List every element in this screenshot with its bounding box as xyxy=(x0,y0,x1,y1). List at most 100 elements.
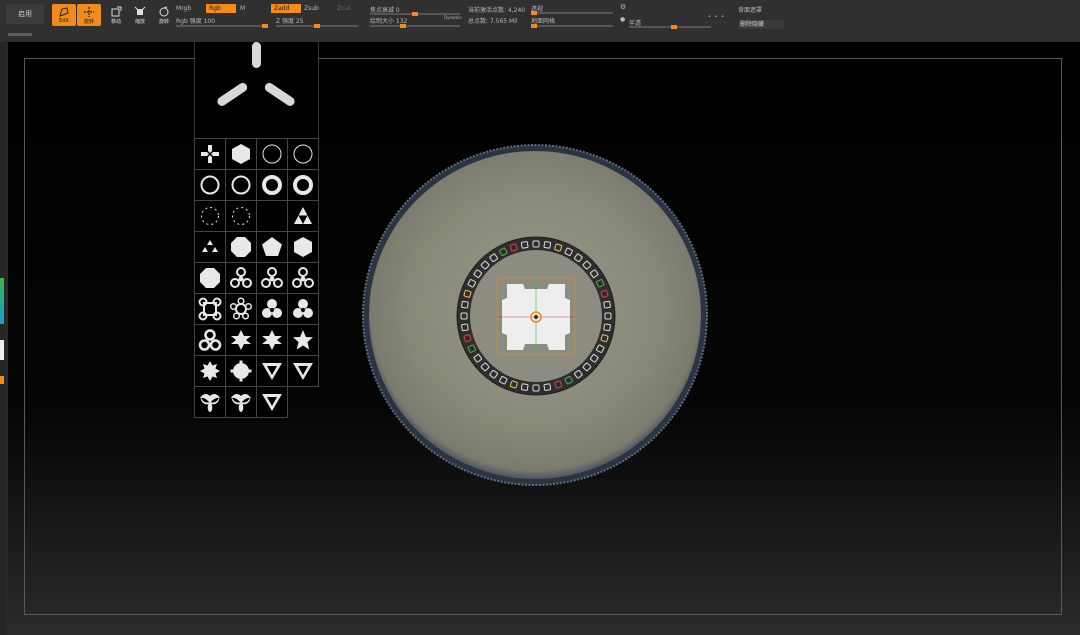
transparent-knob[interactable] xyxy=(671,25,677,29)
edit-tool-button[interactable]: Edit xyxy=(52,4,76,26)
star8-icon xyxy=(200,361,220,381)
stroke-preview-panel xyxy=(194,42,319,138)
draw-size-knob[interactable] xyxy=(400,24,406,28)
alpha-cell[interactable] xyxy=(288,356,319,387)
alpha-cell[interactable] xyxy=(195,201,226,232)
ring-icon xyxy=(231,175,251,195)
alpha-cell[interactable] xyxy=(257,170,288,201)
white-swatch[interactable] xyxy=(0,340,4,360)
rotate-tool-label: 旋转 xyxy=(158,18,169,25)
alpha-cell[interactable] xyxy=(257,325,288,356)
edit-tool-label: Edit xyxy=(59,18,69,24)
scale-icon xyxy=(134,6,146,15)
gear-icon xyxy=(230,360,252,382)
alpha-cell[interactable] xyxy=(288,294,319,325)
scale-tool-label: 缩放 xyxy=(134,18,145,25)
flower-icon xyxy=(229,297,253,320)
alpha-cell[interactable] xyxy=(195,170,226,201)
perspective-slider[interactable] xyxy=(531,11,613,15)
scale-tool-button[interactable]: 缩放 xyxy=(128,4,152,26)
focal-shift-knob[interactable] xyxy=(412,12,418,16)
alpha-cell[interactable] xyxy=(288,201,319,232)
move-tool-button[interactable]: 移动 xyxy=(104,4,128,26)
triangle-outline-icon xyxy=(293,363,313,380)
gizmo-center-dot xyxy=(534,315,538,319)
alpha-cell[interactable] xyxy=(226,356,257,387)
top-toolbar: 启用 Edit 旋转 移动 缩放 旋转 Mrgb Rgb M Zadd Zsub… xyxy=(0,0,1080,43)
alpha-cell[interactable] xyxy=(195,325,226,356)
star5-icon xyxy=(293,330,313,350)
rgb-toggle[interactable]: Rgb xyxy=(206,4,236,13)
zsub-toggle[interactable]: Zsub xyxy=(304,5,319,12)
alpha-cell[interactable] xyxy=(195,263,226,294)
hexagon-icon xyxy=(232,144,250,164)
octagon-icon xyxy=(231,237,251,257)
alpha-cell[interactable] xyxy=(226,294,257,325)
scale-icon xyxy=(111,6,122,16)
alpha-cell[interactable] xyxy=(288,263,319,294)
alpha-cell[interactable] xyxy=(226,139,257,170)
ring-icon xyxy=(200,175,220,195)
alpha-cell[interactable] xyxy=(288,325,319,356)
alpha-cell[interactable] xyxy=(226,263,257,294)
total-points-readout: 总点数: 7.565 Mil xyxy=(468,18,518,25)
stroke-preview-icon xyxy=(217,42,295,106)
tray-handle[interactable] xyxy=(8,33,32,36)
alpha-cell[interactable] xyxy=(288,139,319,170)
alpha-cell[interactable] xyxy=(257,356,288,387)
local-gear-icon[interactable]: ⚙ xyxy=(620,3,626,11)
rotate-icon xyxy=(159,6,169,16)
alpha-cell[interactable] xyxy=(195,139,226,170)
alpha-cell[interactable] xyxy=(195,387,226,418)
alpha-cell[interactable] xyxy=(226,325,257,356)
rgb-intensity-slider[interactable] xyxy=(176,24,268,28)
rotate-tool-button[interactable]: 旋转 xyxy=(152,4,176,26)
backface-mask-toggle[interactable]: 背面遮罩 xyxy=(738,5,762,14)
alpha-cell[interactable] xyxy=(226,170,257,201)
m-toggle[interactable]: M xyxy=(240,5,245,12)
local-dot-icon[interactable]: ● xyxy=(620,16,625,23)
octagon-icon xyxy=(200,268,220,288)
dynamic-toggle[interactable]: Dynamic xyxy=(444,15,462,20)
alpha-cell[interactable] xyxy=(195,294,226,325)
active-points-readout: 当前激活点数: 4,240 xyxy=(468,7,526,14)
trefoil-icon xyxy=(293,299,313,318)
lsym-toggle[interactable]: • • • xyxy=(708,14,725,20)
perspective-knob[interactable] xyxy=(531,11,537,15)
disc-model[interactable] xyxy=(360,143,710,488)
alpha-cell[interactable] xyxy=(257,139,288,170)
alpha-cell[interactable] xyxy=(257,201,288,232)
alpha-cell[interactable] xyxy=(257,294,288,325)
alpha-cell[interactable] xyxy=(288,232,319,263)
ring-thin-icon xyxy=(262,144,282,164)
fan-icon xyxy=(200,394,220,412)
zadd-toggle[interactable]: Zadd xyxy=(271,4,301,13)
alpha-cell[interactable] xyxy=(288,170,319,201)
floor-slider[interactable] xyxy=(531,24,613,28)
draw-tool-button[interactable]: 旋转 xyxy=(77,4,101,26)
alpha-cell[interactable] xyxy=(226,232,257,263)
mrgb-toggle[interactable]: Mrgb xyxy=(176,5,191,12)
z-intensity-knob[interactable] xyxy=(314,24,320,28)
alpha-cell[interactable] xyxy=(226,201,257,232)
alpha-cell[interactable] xyxy=(257,387,288,418)
z-intensity-slider[interactable] xyxy=(276,24,358,28)
delete-hidden-button[interactable]: 删除隐藏 xyxy=(738,20,784,29)
alpha-cell[interactable] xyxy=(257,232,288,263)
square-knot-icon xyxy=(198,297,222,321)
alpha-cell[interactable] xyxy=(226,387,257,418)
alpha-cell[interactable] xyxy=(195,356,226,387)
transparent-slider[interactable] xyxy=(629,25,711,29)
zcut-toggle[interactable]: Zcut xyxy=(337,5,351,12)
rgb-intensity-knob[interactable] xyxy=(262,24,268,28)
alpha-cell[interactable] xyxy=(257,263,288,294)
propeller-icon xyxy=(198,329,222,351)
fan-icon xyxy=(231,394,251,412)
enable-button[interactable]: 启用 xyxy=(6,4,44,24)
alpha-cell[interactable] xyxy=(195,232,226,263)
color-swatch[interactable] xyxy=(0,278,4,324)
orange-swatch[interactable] xyxy=(0,376,4,384)
dashed-ring-icon xyxy=(201,207,219,225)
floor-knob[interactable] xyxy=(531,24,537,28)
draw-size-slider[interactable] xyxy=(370,24,460,28)
